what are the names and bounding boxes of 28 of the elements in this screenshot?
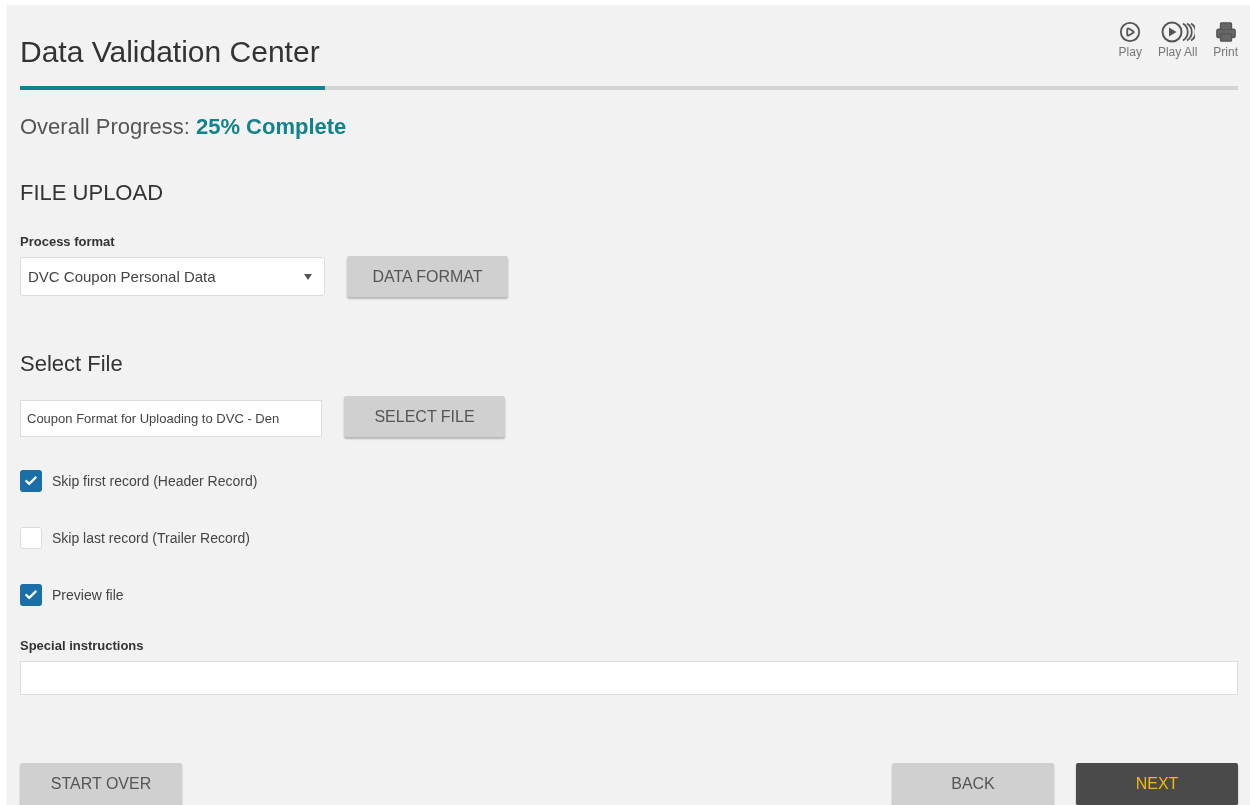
page-title: Data Validation Center	[20, 34, 320, 70]
play-all-icon	[1160, 21, 1195, 43]
toolbar-button[interactable]: Print	[1213, 21, 1238, 59]
checkbox-label: Preview file	[52, 585, 124, 605]
next-button[interactable]: NEXT	[1076, 763, 1238, 805]
caret-icon	[304, 273, 312, 280]
start-over-button[interactable]: START OVER	[20, 763, 182, 805]
section-title: FILE UPLOAD	[20, 178, 165, 207]
field-label: Process format	[20, 232, 116, 251]
process-format-select[interactable]: DVC Coupon Personal Data	[20, 257, 325, 297]
checkbox[interactable]	[20, 470, 42, 493]
checkbox-label: Skip first record (Header Record)	[52, 471, 258, 491]
checkbox[interactable]	[20, 584, 42, 607]
back-button[interactable]: BACK	[892, 763, 1054, 805]
checkbox[interactable]	[20, 527, 42, 550]
play-icon	[1119, 21, 1142, 43]
field-label: Special instructions	[20, 637, 145, 656]
file-name-field[interactable]: Coupon Format for Uploading to DVC - Den	[20, 400, 322, 438]
checkbox-label: Skip last record (Trailer Record)	[52, 528, 250, 548]
progress-value: 25% Complete	[195, 112, 347, 141]
section-heading: Select File	[20, 350, 124, 379]
progress-label: Overall Progress:	[20, 112, 190, 141]
data-format-button[interactable]: DATA FORMAT	[347, 256, 508, 298]
printer-icon	[1214, 21, 1237, 43]
select-file-button[interactable]: SELECT FILE	[344, 396, 505, 438]
special-instructions-field[interactable]	[20, 660, 1238, 695]
toolbar-button[interactable]: Play All	[1157, 21, 1198, 59]
toolbar-button[interactable]: Play	[1118, 21, 1142, 59]
